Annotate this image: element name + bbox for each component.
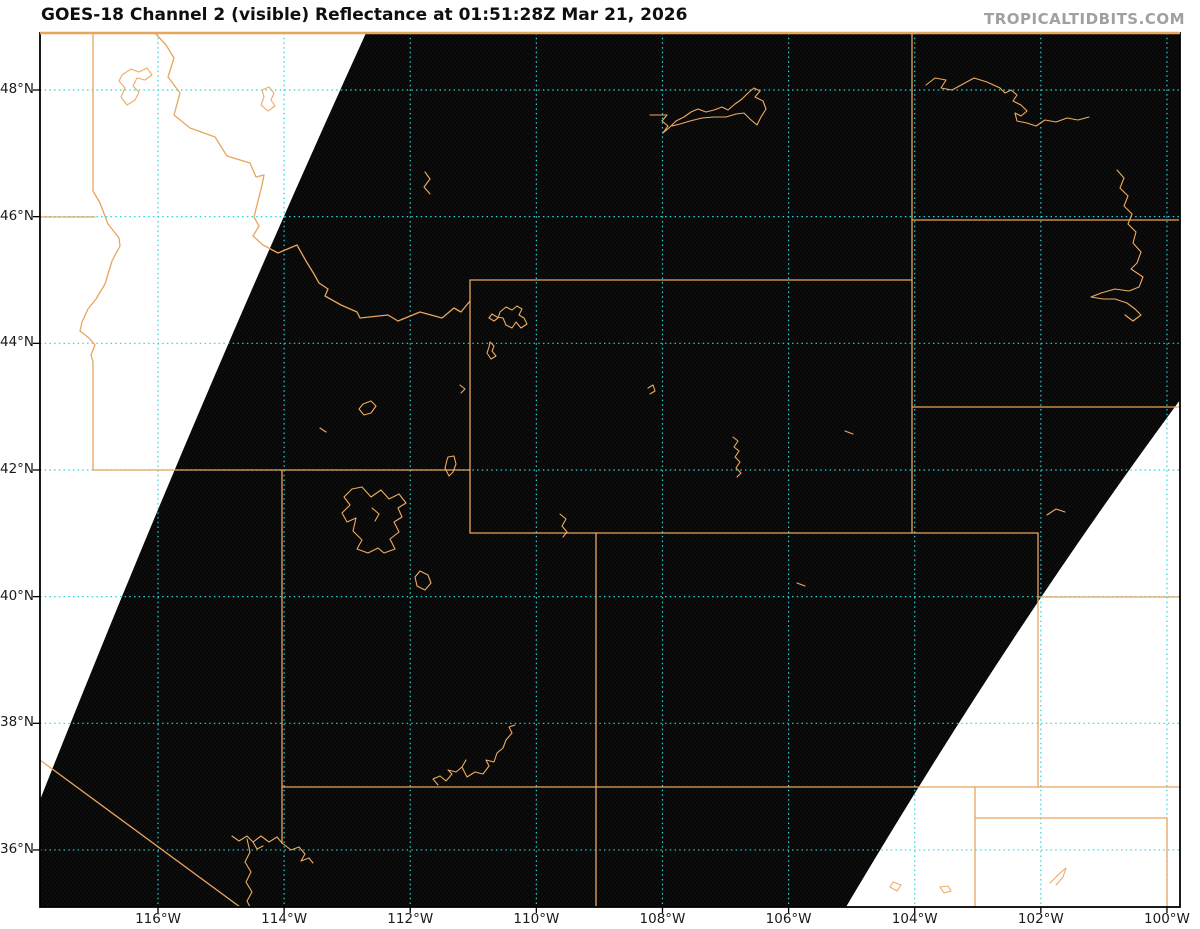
lon-tick-label: 102°W — [1017, 911, 1064, 927]
lon-tick-label: 116°W — [135, 911, 181, 927]
lat-tick-label: 48°N — [0, 81, 35, 97]
lon-tick-label: 104°W — [891, 911, 938, 927]
lat-tick-label: 46°N — [0, 207, 35, 224]
lat-tick-label: 44°N — [0, 334, 35, 351]
lon-tick-label: 108°W — [639, 911, 686, 927]
lon-tick-label: 110°W — [513, 911, 560, 927]
lon-tick-label: 106°W — [765, 911, 812, 927]
lat-tick-label: 38°N — [0, 714, 35, 731]
lat-tick-label: 40°N — [0, 587, 35, 604]
lat-tick-label: 36°N — [0, 840, 35, 857]
lon-tick-label: 100°W — [1144, 911, 1190, 927]
lat-tick-label: 42°N — [0, 460, 35, 477]
satellite-map — [33, 31, 1181, 913]
lon-tick-label: 112°W — [387, 911, 434, 927]
lon-tick-label: 114°W — [261, 911, 308, 927]
